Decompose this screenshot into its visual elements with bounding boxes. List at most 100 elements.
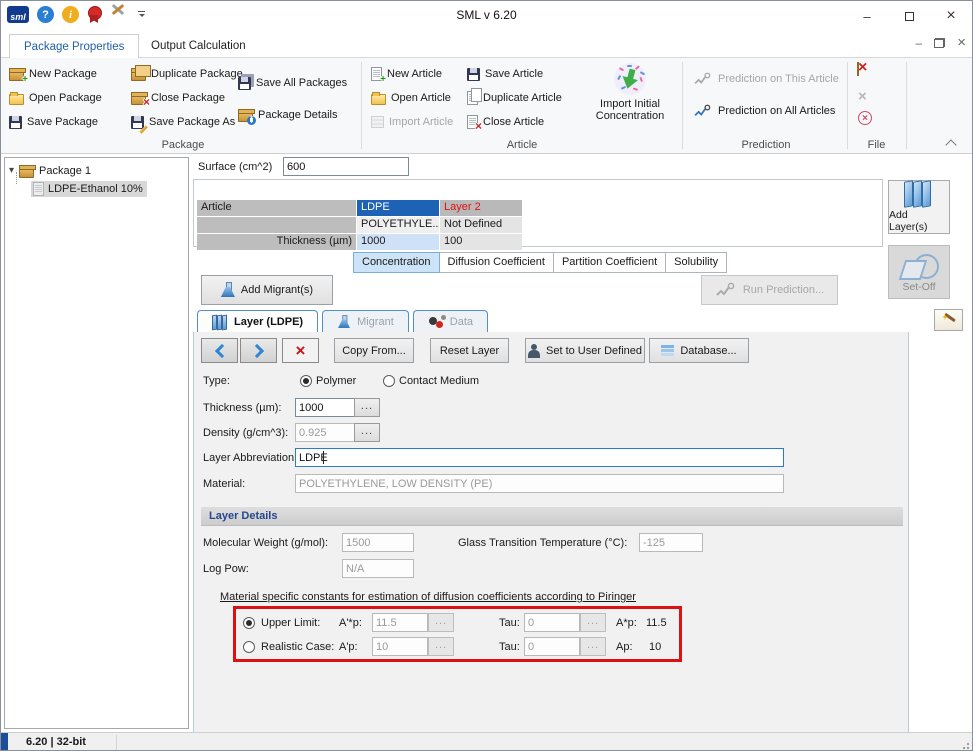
realistic-tau-input[interactable] (524, 637, 580, 656)
tab-diffusion-coefficient[interactable]: Diffusion Coefficient (440, 252, 554, 273)
set-off-button[interactable]: Set-Off (888, 245, 950, 299)
layer1-material-cell[interactable]: POLYETHYLE... (357, 217, 439, 233)
tab-package-properties[interactable]: Package Properties (9, 34, 139, 58)
realistic-result-label: Ap: (616, 641, 633, 653)
ribbon-collapse-icon[interactable] (947, 138, 956, 144)
tree-node-article[interactable]: LDPE-Ethanol 10% (31, 180, 147, 197)
close-window-icon: × (858, 88, 867, 105)
minimize-button[interactable]: – (846, 1, 888, 31)
mdi-minimize-button[interactable]: – (916, 37, 923, 49)
prediction-all-articles-button[interactable]: Prediction on All Articles (693, 102, 835, 120)
tree-node-package[interactable]: ▾ Package 1 (9, 162, 91, 179)
type-label: Type: (203, 375, 230, 387)
contact-medium-radio[interactable] (383, 375, 395, 387)
molecular-weight-input[interactable] (342, 533, 414, 552)
status-bar: 6.20 | 32-bit (1, 732, 972, 751)
open-article-button[interactable]: Open Article (371, 89, 451, 107)
layer-abbreviation-input[interactable] (295, 448, 784, 467)
realistic-ap-input[interactable] (372, 637, 428, 656)
tab-migrant[interactable]: Migrant (322, 310, 409, 333)
status-accent-block (1, 733, 8, 751)
material-input[interactable] (295, 474, 784, 493)
title-bar: sml ? i SML v 6.20 – × (1, 1, 972, 31)
upper-tau-ellipsis-button[interactable]: ... (580, 613, 606, 632)
resize-grip[interactable] (960, 740, 970, 750)
upper-tau-input[interactable] (524, 613, 580, 632)
database-button[interactable]: Database... (649, 338, 749, 363)
copy-from-button[interactable]: Copy From... (334, 338, 414, 363)
new-article-button[interactable]: New Article (371, 65, 442, 83)
density-input[interactable] (295, 423, 355, 442)
save-package-icon (9, 116, 22, 129)
close-article-button[interactable]: Close Article (467, 113, 544, 131)
layer1-thickness-cell[interactable]: 1000 (357, 234, 439, 250)
tab-layer[interactable]: Layer (LDPE) (197, 310, 318, 333)
maximize-icon (905, 12, 914, 21)
duplicate-article-button[interactable]: Duplicate Article (467, 89, 562, 107)
package-details-button[interactable]: Package Details (238, 106, 338, 124)
surface-input[interactable] (283, 157, 409, 176)
polymer-radio[interactable] (300, 375, 312, 387)
add-migrant-button[interactable]: Add Migrant(s) (201, 275, 333, 305)
realistic-ap-ellipsis-button[interactable]: ... (428, 637, 454, 656)
chevron-left-icon (214, 343, 228, 357)
upper-ap-label: A'*p: (339, 617, 362, 629)
glass-transition-input[interactable] (639, 533, 703, 552)
next-layer-button[interactable] (240, 338, 277, 363)
thickness-ellipsis-button[interactable]: ... (354, 398, 380, 417)
maximize-button[interactable] (888, 1, 930, 31)
exit-button[interactable]: × (858, 111, 872, 125)
upper-ap-ellipsis-button[interactable]: ... (428, 613, 454, 632)
close-package-button[interactable]: Close Package (131, 89, 225, 107)
mdi-restore-button[interactable] (934, 38, 945, 48)
tree-selected-item: LDPE-Ethanol 10% (31, 181, 147, 197)
layer1-name-cell[interactable]: LDPE (357, 200, 439, 216)
tab-solubility[interactable]: Solubility (666, 252, 727, 273)
user-icon (528, 344, 540, 358)
tab-partition-coefficient[interactable]: Partition Coefficient (554, 252, 666, 273)
tab-output-calculation[interactable]: Output Calculation (137, 34, 260, 58)
run-prediction-button[interactable]: Run Prediction... (701, 275, 838, 305)
layer2-name-cell[interactable]: Layer 2 (440, 200, 522, 216)
close-button[interactable]: × (930, 1, 972, 31)
delete-layer-button[interactable]: × (282, 338, 319, 363)
previous-layer-button[interactable] (201, 338, 238, 363)
realistic-tau-ellipsis-button[interactable]: ... (580, 637, 606, 656)
realistic-case-label: Realistic Case: (261, 641, 334, 653)
group-separator (906, 62, 907, 149)
mdi-close-button[interactable]: × (957, 37, 966, 49)
duplicate-package-button[interactable]: Duplicate Package (131, 65, 243, 83)
prediction-this-article-button[interactable]: Prediction on This Article (693, 70, 839, 88)
thickness-input[interactable] (295, 398, 355, 417)
property-tab-strip: Concentration Diffusion Coefficient Part… (353, 252, 727, 273)
reset-layer-button[interactable]: Reset Layer (430, 338, 509, 363)
ribbon-tab-row: Package Properties Output Calculation – … (1, 31, 972, 58)
import-article-button[interactable]: Import Article (371, 113, 453, 131)
layer2-material-cell[interactable]: Not Defined (440, 217, 522, 233)
tab-concentration[interactable]: Concentration (353, 252, 440, 273)
wizard-button[interactable] (934, 309, 963, 331)
import-initial-concentration-button[interactable]: Import Initial Concentration (581, 62, 679, 123)
tree-expander-icon[interactable]: ▾ (9, 165, 14, 176)
upper-limit-radio[interactable] (243, 617, 255, 629)
save-article-button[interactable]: Save Article (467, 65, 543, 83)
upper-ap-input[interactable] (372, 613, 428, 632)
new-package-button[interactable]: New Package (9, 65, 97, 83)
save-package-button[interactable]: Save Package (9, 113, 98, 131)
close-all-button[interactable] (857, 63, 859, 75)
layer2-thickness-cell[interactable]: 100 (440, 234, 522, 250)
molecular-weight-label: Molecular Weight (g/mol): (203, 537, 328, 549)
log-pow-input[interactable] (342, 559, 414, 578)
add-layers-button[interactable]: Add Layer(s) (888, 180, 950, 234)
set-to-user-defined-button[interactable]: Set to User Defined (525, 338, 645, 363)
close-window-button[interactable]: × (858, 88, 867, 105)
save-all-packages-button[interactable]: Save All Packages (238, 74, 347, 92)
save-article-icon (467, 68, 480, 81)
tab-data[interactable]: Data (413, 310, 488, 333)
save-package-as-button[interactable]: Save Package As (131, 113, 235, 131)
window-controls: – × (846, 1, 972, 31)
density-ellipsis-button[interactable]: ... (354, 423, 380, 442)
realistic-case-radio[interactable] (243, 641, 255, 653)
open-package-button[interactable]: Open Package (9, 89, 102, 107)
article-table-container: Article LDPE Layer 2 POLYETHYLE... Not D… (193, 179, 883, 247)
